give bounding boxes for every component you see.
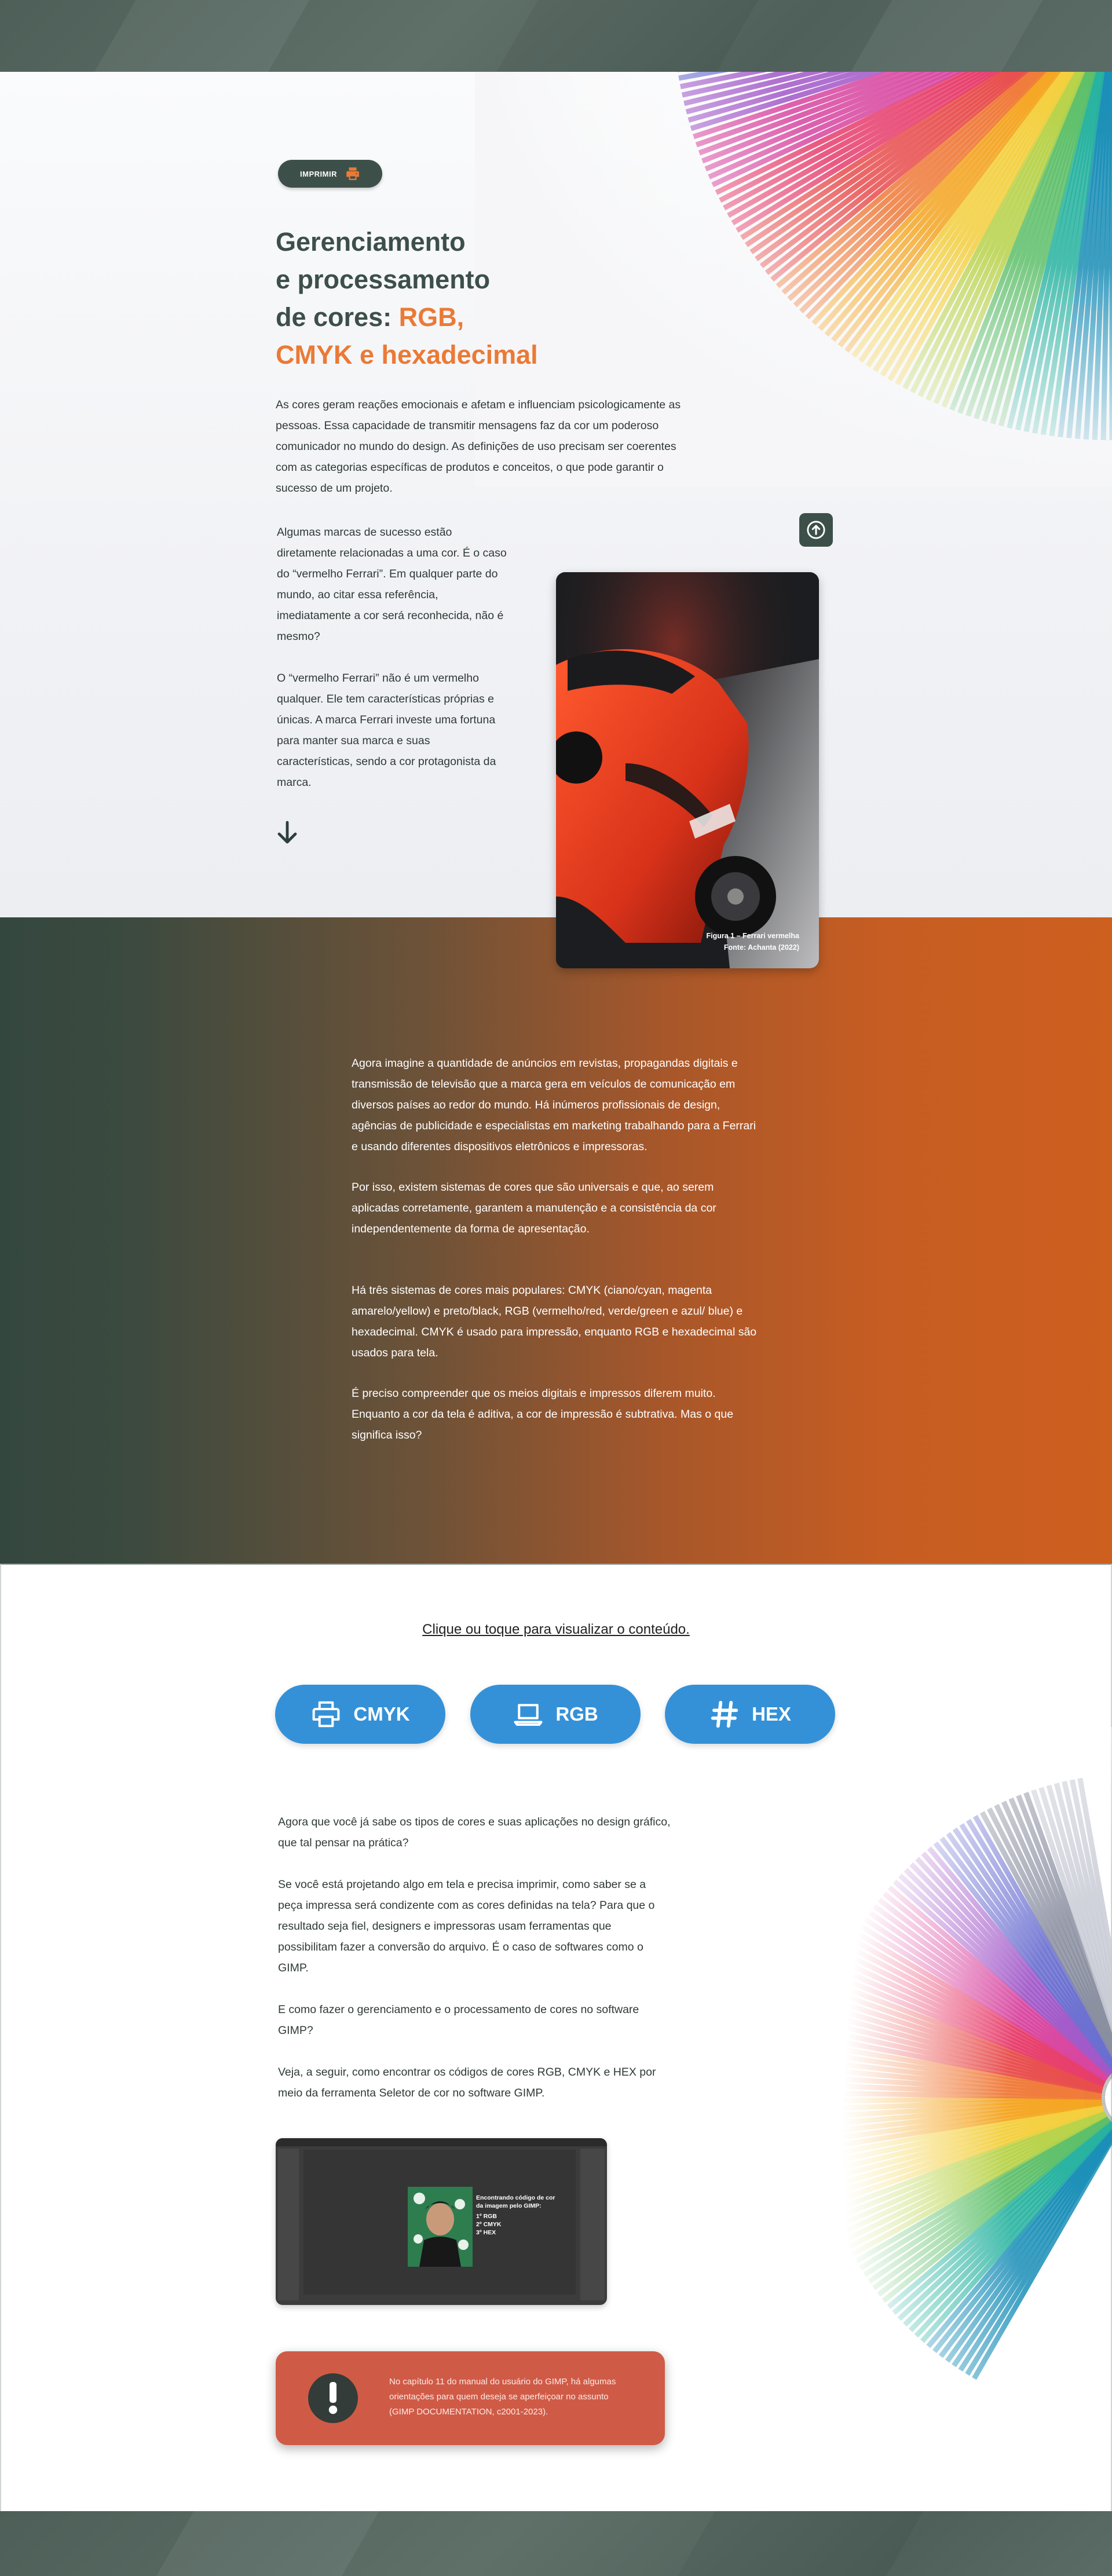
video-heading: Encontrando código de cor da imagem pelo…	[476, 2194, 555, 2209]
figure-caption: Figura 1 – Ferrari vermelha Fonte: Achan…	[707, 930, 800, 953]
video-item-cmyk: 2º CMYK	[476, 2221, 502, 2228]
video-overlay-text: Encontrando código de cor da imagem pelo…	[476, 2194, 563, 2237]
rgb-button-label: RGB	[555, 1703, 598, 1725]
orange-paragraph-4: É preciso compreender que os meios digit…	[352, 1387, 734, 1441]
gimp-right-dock	[580, 2149, 605, 2300]
info-alert: No capítulo 11 do manual do usuário do G…	[276, 2351, 665, 2445]
ferrari-image-card: Figura 1 – Ferrari vermelha Fonte: Achan…	[556, 572, 819, 968]
video-item-rgb: 1º RGB	[476, 2213, 497, 2220]
arrow-down-icon[interactable]	[273, 819, 301, 847]
body-paragraph-1: Agora que você já sabe os tipos de cores…	[278, 1816, 671, 1849]
gimp-toolbar	[276, 2138, 607, 2146]
frida-image	[408, 2187, 473, 2267]
cmyk-button[interactable]: CMYK	[275, 1685, 445, 1744]
gimp-video-thumbnail[interactable]: Encontrando código de cor da imagem pelo…	[276, 2138, 607, 2305]
printer-icon	[346, 167, 359, 180]
print-button[interactable]: IMPRIMIR	[278, 160, 382, 188]
orange-paragraph-2: Por isso, existem sistemas de cores que …	[352, 1181, 716, 1235]
ferrari-car-image	[556, 572, 819, 968]
exclamation-icon	[308, 2373, 358, 2423]
page-title: Gerenciamento e processamento de cores: …	[276, 223, 623, 374]
view-content-link[interactable]: Clique ou toque para visualizar o conteú…	[0, 1622, 1112, 1638]
arrow-up-circle-icon	[807, 521, 825, 539]
orange-paragraph-3: Há três sistemas de cores mais populares…	[352, 1284, 757, 1359]
color-fan-image-bottom	[812, 1727, 1112, 2422]
hex-button[interactable]: HEX	[665, 1685, 835, 1744]
title-highlight-1: RGB,	[398, 302, 464, 332]
cmyk-button-label: CMYK	[353, 1703, 410, 1725]
alert-text: No capítulo 11 do manual do usuário do G…	[389, 2377, 616, 2417]
title-line-1: Gerenciamento	[276, 227, 466, 257]
body-paragraph-4: Veja, a seguir, como encontrar os código…	[278, 2066, 656, 2099]
print-button-label: IMPRIMIR	[300, 169, 337, 178]
title-line-2: e processamento	[276, 265, 491, 294]
scroll-up-button[interactable]	[799, 513, 833, 547]
laptop-icon	[514, 1704, 543, 1726]
gimp-left-dock	[278, 2149, 299, 2300]
figure-caption-source: Fonte: Achanta (2022)	[723, 943, 799, 952]
printer-icon	[313, 1701, 340, 1728]
ferrari-paragraph-2: O “vermelho Ferrari” não é um vermelho q…	[277, 672, 496, 789]
title-highlight-2: CMYK e hexadecimal	[276, 340, 538, 369]
header-band	[0, 0, 1112, 72]
rgb-button[interactable]: RGB	[470, 1685, 641, 1744]
hex-button-label: HEX	[752, 1703, 791, 1725]
orange-section: Agora imagine a quantidade de anúncios e…	[0, 917, 1112, 1564]
ferrari-paragraph-1: Algumas marcas de sucesso estão diretame…	[277, 526, 507, 643]
body-paragraph-2: Se você está projetando algo em tela e p…	[278, 1878, 655, 1974]
intro-paragraph: As cores geram reações emocionais e afet…	[276, 398, 681, 495]
title-line-3: de cores:	[276, 302, 399, 332]
footer-band	[0, 2511, 1112, 2576]
video-item-hex: 3º HEX	[476, 2229, 496, 2236]
hashtag-icon	[711, 1700, 738, 1728]
figure-caption-title: Figura 1 – Ferrari vermelha	[706, 932, 800, 940]
body-paragraph-3: E como fazer o gerenciamento e o process…	[278, 2003, 639, 2037]
orange-paragraph-1: Agora imagine a quantidade de anúncios e…	[352, 1057, 756, 1153]
